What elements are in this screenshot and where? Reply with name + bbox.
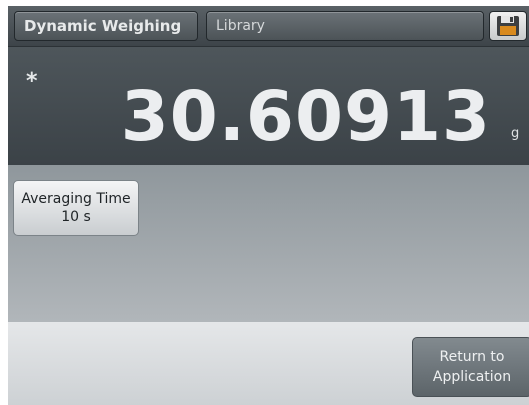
weight-display: * 30.60913 g [8,47,529,165]
application-content: Averaging Time 10 s [8,165,529,322]
bottom-bar: Return to Application [8,322,529,405]
return-to-application-button[interactable]: Return to Application [412,337,529,397]
averaging-time-button[interactable]: Averaging Time 10 s [13,180,139,236]
weight-unit[interactable]: g [511,127,519,140]
application-mode-label: Dynamic Weighing [24,17,182,35]
application-mode-button[interactable]: Dynamic Weighing [14,11,198,41]
library-label: Library [216,18,265,34]
averaging-time-value: 10 s [61,209,91,225]
weight-value: 30.60913 [120,77,491,157]
floppy-disk-icon [497,16,519,36]
top-bar: Dynamic Weighing Library [8,6,529,47]
return-label-line2: Application [432,369,512,385]
save-button[interactable] [489,11,527,41]
return-label-line1: Return to [439,349,505,365]
library-button[interactable]: Library [206,11,484,41]
averaging-time-label: Averaging Time [21,191,131,207]
balance-screen: Dynamic Weighing Library * 30.60913 g Av… [8,6,529,405]
stability-indicator: * [26,69,38,94]
